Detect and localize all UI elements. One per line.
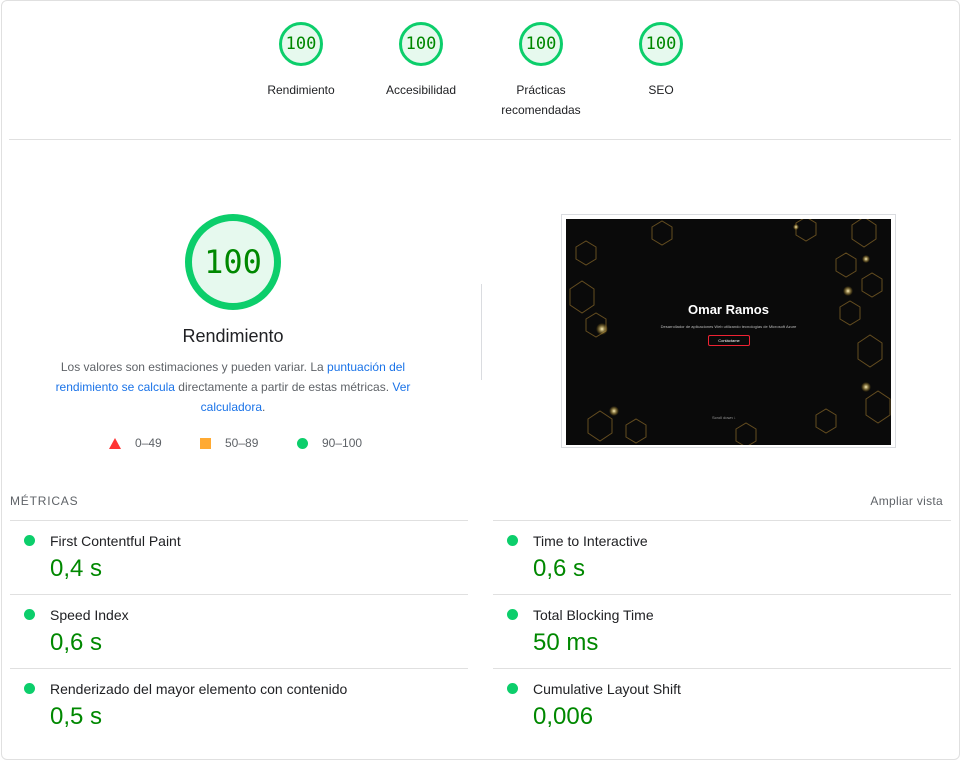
gauge-performance[interactable]: 100 Rendimiento bbox=[241, 22, 361, 100]
performance-score-gauge: 100 bbox=[185, 214, 281, 310]
metric-tbt: Total Blocking Time 50 ms bbox=[493, 594, 951, 668]
category-gauges: 100 Rendimiento 100 Accesibilidad 100 Pr… bbox=[0, 22, 966, 132]
pass-icon bbox=[507, 535, 518, 546]
legend-range: 90–100 bbox=[322, 436, 363, 450]
gauge-score: 100 bbox=[399, 22, 443, 66]
metric-value: 0,6 s bbox=[533, 555, 586, 582]
metric-value: 0,006 bbox=[533, 703, 594, 730]
screenshot-scroll-hint: Scroll down ↓ bbox=[712, 415, 736, 420]
metric-name: Renderizado del mayor elemento con conte… bbox=[50, 681, 348, 697]
gauge-score: 100 bbox=[279, 22, 323, 66]
divider bbox=[9, 139, 951, 140]
gauge-label: SEO bbox=[648, 83, 674, 97]
metric-cls: Cumulative Layout Shift 0,006 bbox=[493, 668, 951, 742]
screenshot-contact-button: Contáctame bbox=[708, 335, 750, 346]
pass-icon bbox=[507, 683, 518, 694]
metrics-heading: MÉTRICAS bbox=[10, 494, 79, 508]
gauge-best-practices[interactable]: 100 Prácticas recomendadas bbox=[481, 22, 601, 120]
circle-icon bbox=[297, 437, 308, 449]
metric-name: First Contentful Paint bbox=[50, 533, 181, 549]
gauge-label: Rendimiento bbox=[267, 83, 335, 97]
gauge-label: Prácticas recomendadas bbox=[501, 83, 581, 117]
expand-view-toggle[interactable]: Ampliar vista bbox=[870, 494, 943, 508]
legend-average: 50–89 bbox=[200, 436, 258, 450]
hexagon-background bbox=[569, 219, 891, 445]
desc-text: directamente a partir de estas métricas. bbox=[174, 380, 393, 394]
metric-value: 0,4 s bbox=[50, 555, 103, 582]
legend-pass: 90–100 bbox=[297, 436, 362, 450]
performance-title: Rendimiento bbox=[182, 326, 284, 346]
vertical-divider bbox=[481, 284, 482, 380]
metric-value: 50 ms bbox=[533, 629, 599, 656]
metric-name: Time to Interactive bbox=[533, 533, 648, 549]
square-icon bbox=[200, 437, 211, 449]
metric-fcp: First Contentful Paint 0,4 s bbox=[10, 520, 468, 594]
gauge-score: 100 bbox=[639, 22, 683, 66]
legend-range: 0–49 bbox=[135, 436, 162, 450]
metric-tti: Time to Interactive 0,6 s bbox=[493, 520, 951, 594]
performance-description: Los valores son estimaciones y pueden va… bbox=[45, 357, 421, 417]
pass-icon bbox=[24, 683, 35, 694]
final-screenshot[interactable]: Omar Ramos Desarrollador de aplicaciones… bbox=[561, 214, 896, 448]
metric-value: 0,6 s bbox=[50, 629, 103, 656]
screenshot-hero-title: Omar Ramos bbox=[688, 302, 769, 317]
metric-name: Total Blocking Time bbox=[533, 607, 654, 623]
pass-icon bbox=[24, 535, 35, 546]
score-legend: 0–49 50–89 90–100 bbox=[0, 436, 480, 454]
gauge-label: Accesibilidad bbox=[385, 83, 457, 97]
metric-name: Cumulative Layout Shift bbox=[533, 681, 681, 697]
screenshot-hero-subtitle: Desarrollador de aplicaciones Web utiliz… bbox=[660, 324, 797, 329]
metric-lcp: Renderizado del mayor elemento con conte… bbox=[10, 668, 468, 742]
gauge-score: 100 bbox=[519, 22, 563, 66]
gauge-seo[interactable]: 100 SEO bbox=[601, 22, 721, 100]
legend-range: 50–89 bbox=[225, 436, 259, 450]
legend-fail: 0–49 bbox=[109, 436, 162, 450]
screenshot-image: Omar Ramos Desarrollador de aplicaciones… bbox=[566, 219, 891, 445]
metric-speed-index: Speed Index 0,6 s bbox=[10, 594, 468, 668]
metric-value: 0,5 s bbox=[50, 703, 103, 730]
desc-text: Los valores son estimaciones y pueden va… bbox=[60, 360, 328, 374]
pass-icon bbox=[507, 609, 518, 620]
metric-name: Speed Index bbox=[50, 607, 129, 623]
gauge-accessibility[interactable]: 100 Accesibilidad bbox=[361, 22, 481, 100]
desc-text: . bbox=[262, 400, 266, 414]
triangle-icon bbox=[109, 437, 121, 449]
pass-icon bbox=[24, 609, 35, 620]
